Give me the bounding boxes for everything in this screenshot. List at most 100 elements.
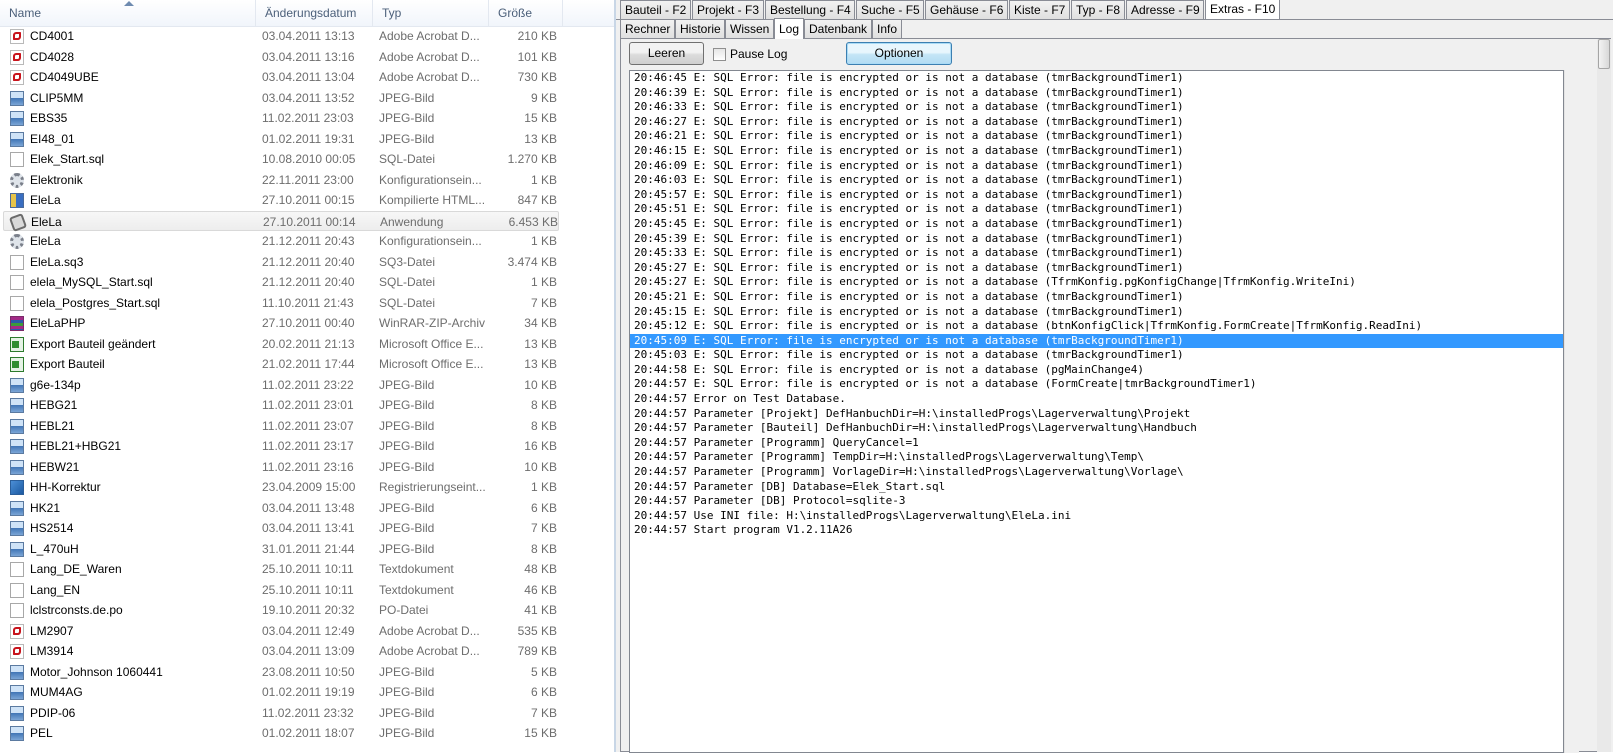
file-row[interactable]: EleLa 21.12.2011 20:43 Konfigurationsein..… [0,231,614,252]
log-line[interactable]: 20:44:57 Parameter [Projekt] DefHanbuchD… [630,407,1563,422]
log-line[interactable]: 20:45:27 E: SQL Error: file is encrypted… [630,275,1563,290]
file-row[interactable]: PDIP-06 11.02.2011 23:32 JPEG-Bild 7 KB [0,703,614,724]
main-tab-4[interactable]: Gehäuse - F6 [925,0,1008,19]
file-row[interactable]: Lang_DE_Waren 25.10.2011 10:11 Textdokumen… [0,559,614,580]
file-row[interactable]: HK21 03.04.2011 13:48 JPEG-Bild 6 KB [0,498,614,519]
options-button[interactable]: Optionen [846,42,952,65]
file-row[interactable]: LM3914 03.04.2011 13:09 Adobe Acrobat D...… [0,641,614,662]
log-line[interactable]: 20:46:45 E: SQL Error: file is encrypted… [630,71,1563,86]
sub-tab-1[interactable]: Historie [675,19,725,38]
log-line[interactable]: 20:45:27 E: SQL Error: file is encrypted… [630,261,1563,276]
log-line[interactable]: 20:45:12 E: SQL Error: file is encrypted… [630,319,1563,334]
log-line[interactable]: 20:44:57 Parameter [Bauteil] DefHanbuchD… [630,421,1563,436]
file-row[interactable]: HEBL21 11.02.2011 23:07 JPEG-Bild 8 KB [0,416,614,437]
file-row[interactable]: elela_MySQL_Start.sql 21.12.2011 20:40 SQL… [0,272,614,293]
main-tab-0[interactable]: Bauteil - F2 [620,0,691,19]
log-line[interactable]: 20:45:51 E: SQL Error: file is encrypted… [630,202,1563,217]
file-row[interactable]: HS2514 03.04.2011 13:41 JPEG-Bild 7 KB [0,518,614,539]
file-row[interactable]: Motor_Johnson 1060441 23.08.2011 10:50 JPE… [0,662,614,683]
log-line[interactable]: 20:46:03 E: SQL Error: file is encrypted… [630,173,1563,188]
log-line[interactable]: 20:46:27 E: SQL Error: file is encrypted… [630,115,1563,130]
file-row[interactable]: Export Bauteil geändert 20.02.2011 21:13 M… [0,334,614,355]
log-line[interactable]: 20:44:57 Parameter [Programm] QueryCance… [630,436,1563,451]
log-line[interactable]: 20:46:21 E: SQL Error: file is encrypted… [630,129,1563,144]
sub-tab-0[interactable]: Rechner [620,19,675,38]
file-row[interactable]: L_470uH 31.01.2011 21:44 JPEG-Bild 8 KB [0,539,614,560]
log-line[interactable]: 20:46:39 E: SQL Error: file is encrypted… [630,86,1563,101]
file-size: 6 KB [530,685,557,699]
file-row[interactable]: HEBW21 11.02.2011 23:16 JPEG-Bild 10 KB [0,457,614,478]
file-row[interactable]: g6e-134p 11.02.2011 23:22 JPEG-Bild 10 KB [0,375,614,396]
file-row[interactable]: MUM4AG 01.02.2011 19:19 JPEG-Bild 6 KB [0,682,614,703]
file-row[interactable]: CD4028 03.04.2011 13:16 Adobe Acrobat D...… [0,47,614,68]
log-line[interactable]: 20:46:09 E: SQL Error: file is encrypted… [630,159,1563,174]
main-tab-6[interactable]: Typ - F8 [1071,0,1125,19]
file-row[interactable]: EBS35 11.02.2011 23:03 JPEG-Bild 15 KB [0,108,614,129]
file-row[interactable]: CD4001 03.04.2011 13:13 Adobe Acrobat D...… [0,26,614,47]
scrollbar-thumb[interactable] [1598,39,1610,69]
column-header-type[interactable]: Typ [373,0,489,26]
log-line[interactable]: 20:44:57 Use INI file: H:\installedProgs… [630,509,1563,524]
file-row[interactable]: Elektronik 22.11.2011 23:00 Konfigurations… [0,170,614,191]
log-line[interactable]: 20:45:57 E: SQL Error: file is encrypted… [630,188,1563,203]
log-line[interactable]: 20:45:15 E: SQL Error: file is encrypted… [630,305,1563,320]
log-line[interactable]: 20:46:15 E: SQL Error: file is encrypted… [630,144,1563,159]
log-line[interactable]: 20:46:33 E: SQL Error: file is encrypted… [630,100,1563,115]
main-tab-5[interactable]: Kiste - F7 [1009,0,1070,19]
file-type: JPEG-Bild [379,459,435,474]
file-row[interactable]: elela_Postgres_Start.sql 11.10.2011 21:43… [0,293,614,314]
file-row[interactable]: LM2907 03.04.2011 12:49 Adobe Acrobat D...… [0,621,614,642]
file-row[interactable]: Elek_Start.sql 10.08.2010 00:05 SQL-Datei 1… [0,149,614,170]
file-name: elela_Postgres_Start.sql [30,295,161,310]
log-line[interactable]: 20:44:57 Parameter [Programm] TempDir=H:… [630,450,1563,465]
file-row[interactable]: lclstrconsts.de.po 19.10.2011 20:32 PO-Dat… [0,600,614,621]
file-row[interactable]: HEBG21 11.02.2011 23:01 JPEG-Bild 8 KB [0,395,614,416]
log-line[interactable]: 20:45:39 E: SQL Error: file is encrypted… [630,232,1563,247]
file-size: 13 KB [524,131,557,146]
log-line[interactable]: 20:44:57 Error on Test Database. [630,392,1563,407]
vertical-scrollbar[interactable] [1597,39,1611,752]
log-line[interactable]: 20:45:03 E: SQL Error: file is encrypted… [630,348,1563,363]
file-row[interactable]: Lang_EN 25.10.2011 10:11 Textdokument 46 KB [0,580,614,601]
log-line[interactable]: 20:44:57 E: SQL Error: file is encrypted… [630,377,1563,392]
main-tab-3[interactable]: Suche - F5 [856,0,924,19]
file-row[interactable]: CLIP5MM 03.04.2011 13:52 JPEG-Bild 9 KB [0,88,614,109]
file-row[interactable]: CD4049UBE 03.04.2011 13:04 Adobe Acrobat D… [0,67,614,88]
txt-file-icon [10,582,24,598]
file-row[interactable]: EI48_01 01.02.2011 19:31 JPEG-Bild 13 KB [0,129,614,150]
main-tab-8[interactable]: Extras - F10 [1205,0,1280,19]
file-row[interactable]: PEL 01.02.2011 18:07 JPEG-Bild 15 KB [0,723,614,744]
file-list: CD4001 03.04.2011 13:13 Adobe Acrobat D...… [0,26,614,744]
log-line[interactable]: 20:45:21 E: SQL Error: file is encrypted… [630,290,1563,305]
jpg-file-icon [10,664,24,680]
file-date: 27.10.2011 00:14 [263,214,356,229]
file-row[interactable]: EleLa.sq3 21.12.2011 20:40 SQ3-Datei 3.474 … [0,252,614,273]
log-line[interactable]: 20:44:57 Start program V1.2.11A26 [630,523,1563,538]
sub-tab-3[interactable]: Log [774,18,804,39]
file-size: 789 KB [517,644,557,658]
column-header-size[interactable]: Größe [489,0,563,26]
sub-tab-4[interactable]: Datenbank [804,19,872,38]
file-row[interactable]: Export Bauteil 21.02.2011 17:44 Microsoft … [0,354,614,375]
log-line[interactable]: 20:44:57 Parameter [Programm] VorlageDir… [630,465,1563,480]
column-header-date[interactable]: Änderungsdatum [256,0,373,26]
log-listbox[interactable]: 20:46:45 E: SQL Error: file is encrypted… [629,70,1564,753]
log-line[interactable]: 20:45:09 E: SQL Error: file is encrypted… [630,333,1563,349]
pause-log-checkbox[interactable] [713,48,726,61]
log-line[interactable]: 20:45:45 E: SQL Error: file is encrypted… [630,217,1563,232]
log-line[interactable]: 20:44:57 Parameter [DB] Protocol=sqlite-… [630,494,1563,509]
log-line[interactable]: 20:45:33 E: SQL Error: file is encrypted… [630,246,1563,261]
file-row[interactable]: EleLaPHP 27.10.2011 00:40 WinRAR-ZIP-Archi… [0,313,614,334]
log-line[interactable]: 20:44:58 E: SQL Error: file is encrypted… [630,363,1563,378]
file-row[interactable]: EleLa 27.10.2011 00:15 Kompilierte HTML...… [0,190,614,211]
main-tab-7[interactable]: Adresse - F9 [1126,0,1204,19]
file-row[interactable]: EleLa 27.10.2011 00:14 Anwendung 6.453 KB [3,210,559,232]
clear-log-button[interactable]: Leeren [629,42,704,65]
sub-tab-5[interactable]: Info [872,19,902,38]
file-row[interactable]: HH-Korrektur 23.04.2009 15:00 Registrierun… [0,477,614,498]
log-line[interactable]: 20:44:57 Parameter [DB] Database=Elek_St… [630,480,1563,495]
main-tab-2[interactable]: Bestellung - F4 [765,0,855,19]
file-row[interactable]: HEBL21+HBG21 11.02.2011 23:17 JPEG-Bild 16 … [0,436,614,457]
main-tab-1[interactable]: Projekt - F3 [692,0,764,19]
sub-tab-2[interactable]: Wissen [725,19,774,38]
